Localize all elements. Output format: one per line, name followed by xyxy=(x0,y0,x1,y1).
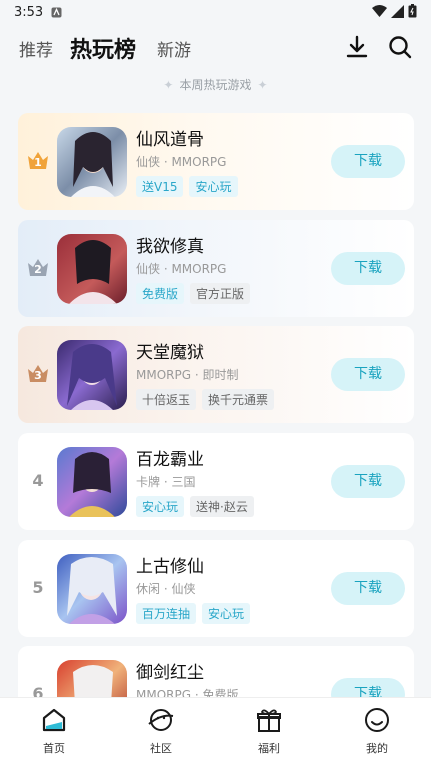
game-cover-image[interactable] xyxy=(57,127,127,197)
tag: 安心玩 xyxy=(189,176,238,197)
tag: 免费版 xyxy=(136,283,185,304)
battery-icon xyxy=(408,4,417,18)
wifi-icon xyxy=(372,4,387,17)
top-navigation: 推荐 热玩榜 新游 xyxy=(0,30,431,66)
section-subtitle: ✦ 本周热玩游戏 ✦ xyxy=(0,76,431,93)
rank-badge: 1 xyxy=(26,149,50,173)
search-icon[interactable] xyxy=(387,34,413,60)
nav-item-welfare[interactable]: 福利 xyxy=(229,706,309,756)
game-title: 上古修仙 xyxy=(136,557,204,577)
rank-badge: 3 xyxy=(26,362,50,386)
rank-number: 2 xyxy=(34,263,42,276)
subtitle-text: 本周热玩游戏 xyxy=(179,78,252,92)
nav-label: 我的 xyxy=(366,742,388,755)
game-meta: MMORPG · 即时制 xyxy=(136,368,239,382)
download-button[interactable]: 下载 xyxy=(331,572,405,605)
game-meta: 仙侠 · MMORPG xyxy=(136,262,227,276)
game-title: 天堂魔狱 xyxy=(136,343,204,363)
bottom-navigation: 首页 社区 福利 我的 xyxy=(0,697,431,766)
tag: 百万连抽 xyxy=(136,603,197,624)
home-icon xyxy=(42,708,66,732)
tag: 官方正版 xyxy=(190,283,251,304)
game-meta: 仙侠 · MMORPG xyxy=(136,155,227,169)
game-cover-image[interactable] xyxy=(57,447,127,517)
nav-label: 社区 xyxy=(150,742,172,755)
tag-list: 送V15 安心玩 xyxy=(136,176,238,197)
game-meta: 卡牌 · 三国 xyxy=(136,475,196,489)
notification-icon xyxy=(51,7,62,17)
game-cover-image[interactable] xyxy=(57,234,127,304)
status-indicators xyxy=(372,4,417,18)
download-button[interactable]: 下载 xyxy=(331,252,405,285)
nav-label: 福利 xyxy=(258,742,280,755)
rank-number: 1 xyxy=(34,156,42,169)
rank-badge: 2 xyxy=(26,256,50,280)
game-cover-image[interactable] xyxy=(57,340,127,410)
rank-number: 5 xyxy=(32,578,44,597)
tag-list: 十倍返玉 换千元通票 xyxy=(136,389,275,410)
game-title: 御剑红尘 xyxy=(136,663,204,683)
download-icon[interactable] xyxy=(344,34,370,60)
status-bar: 3:53 xyxy=(0,0,431,24)
game-card[interactable]: 3 天堂魔狱 MMORPG · 即时制 十倍返玉 换千元通票 下载 xyxy=(18,326,414,423)
status-time: 3:53 xyxy=(14,4,44,20)
tag: 安心玩 xyxy=(136,496,185,517)
game-meta: 休闲 · 仙侠 xyxy=(136,582,196,596)
game-card[interactable]: 4 百龙霸业 卡牌 · 三国 安心玩 送神·赵云 下载 xyxy=(18,433,414,530)
tag: 十倍返玉 xyxy=(136,389,197,410)
sparkle-icon: ✦ xyxy=(257,78,268,92)
download-button[interactable]: 下载 xyxy=(331,358,405,391)
rank-number: 3 xyxy=(34,369,42,382)
nav-item-community[interactable]: 社区 xyxy=(121,706,201,756)
tag-list: 安心玩 送神·赵云 xyxy=(136,496,254,517)
nav-item-profile[interactable]: 我的 xyxy=(337,706,417,756)
nav-label: 首页 xyxy=(43,742,65,755)
signal-icon xyxy=(391,4,404,18)
tag-list: 免费版 官方正版 xyxy=(136,283,251,304)
rank-number: 4 xyxy=(32,471,44,490)
game-card[interactable]: 5 上古修仙 休闲 · 仙侠 百万连抽 安心玩 下载 xyxy=(18,540,414,637)
tab-new-games[interactable]: 新游 xyxy=(157,36,191,61)
game-title: 我欲修真 xyxy=(136,237,204,257)
game-title: 百龙霸业 xyxy=(136,450,204,470)
profile-icon xyxy=(365,708,389,732)
game-title: 仙风道骨 xyxy=(136,130,204,150)
community-icon xyxy=(148,709,174,731)
nav-item-home[interactable]: 首页 xyxy=(14,706,94,756)
download-button[interactable]: 下载 xyxy=(331,465,405,498)
game-card[interactable]: 1 仙风道骨 仙侠 · MMORPG 送V15 安心玩 下载 xyxy=(18,113,414,210)
game-cover-image[interactable] xyxy=(57,554,127,624)
tag: 送神·赵云 xyxy=(190,496,254,517)
sparkle-icon: ✦ xyxy=(163,78,174,92)
tab-recommend[interactable]: 推荐 xyxy=(19,36,53,61)
game-card[interactable]: 2 我欲修真 仙侠 · MMORPG 免费版 官方正版 下载 xyxy=(18,220,414,317)
tag-list: 百万连抽 安心玩 xyxy=(136,603,251,624)
gift-icon xyxy=(257,709,281,732)
download-button[interactable]: 下载 xyxy=(331,145,405,178)
tab-hot-chart[interactable]: 热玩榜 xyxy=(70,32,136,64)
tag: 安心玩 xyxy=(202,603,251,624)
tag: 送V15 xyxy=(136,176,184,197)
tag: 换千元通票 xyxy=(202,389,275,410)
